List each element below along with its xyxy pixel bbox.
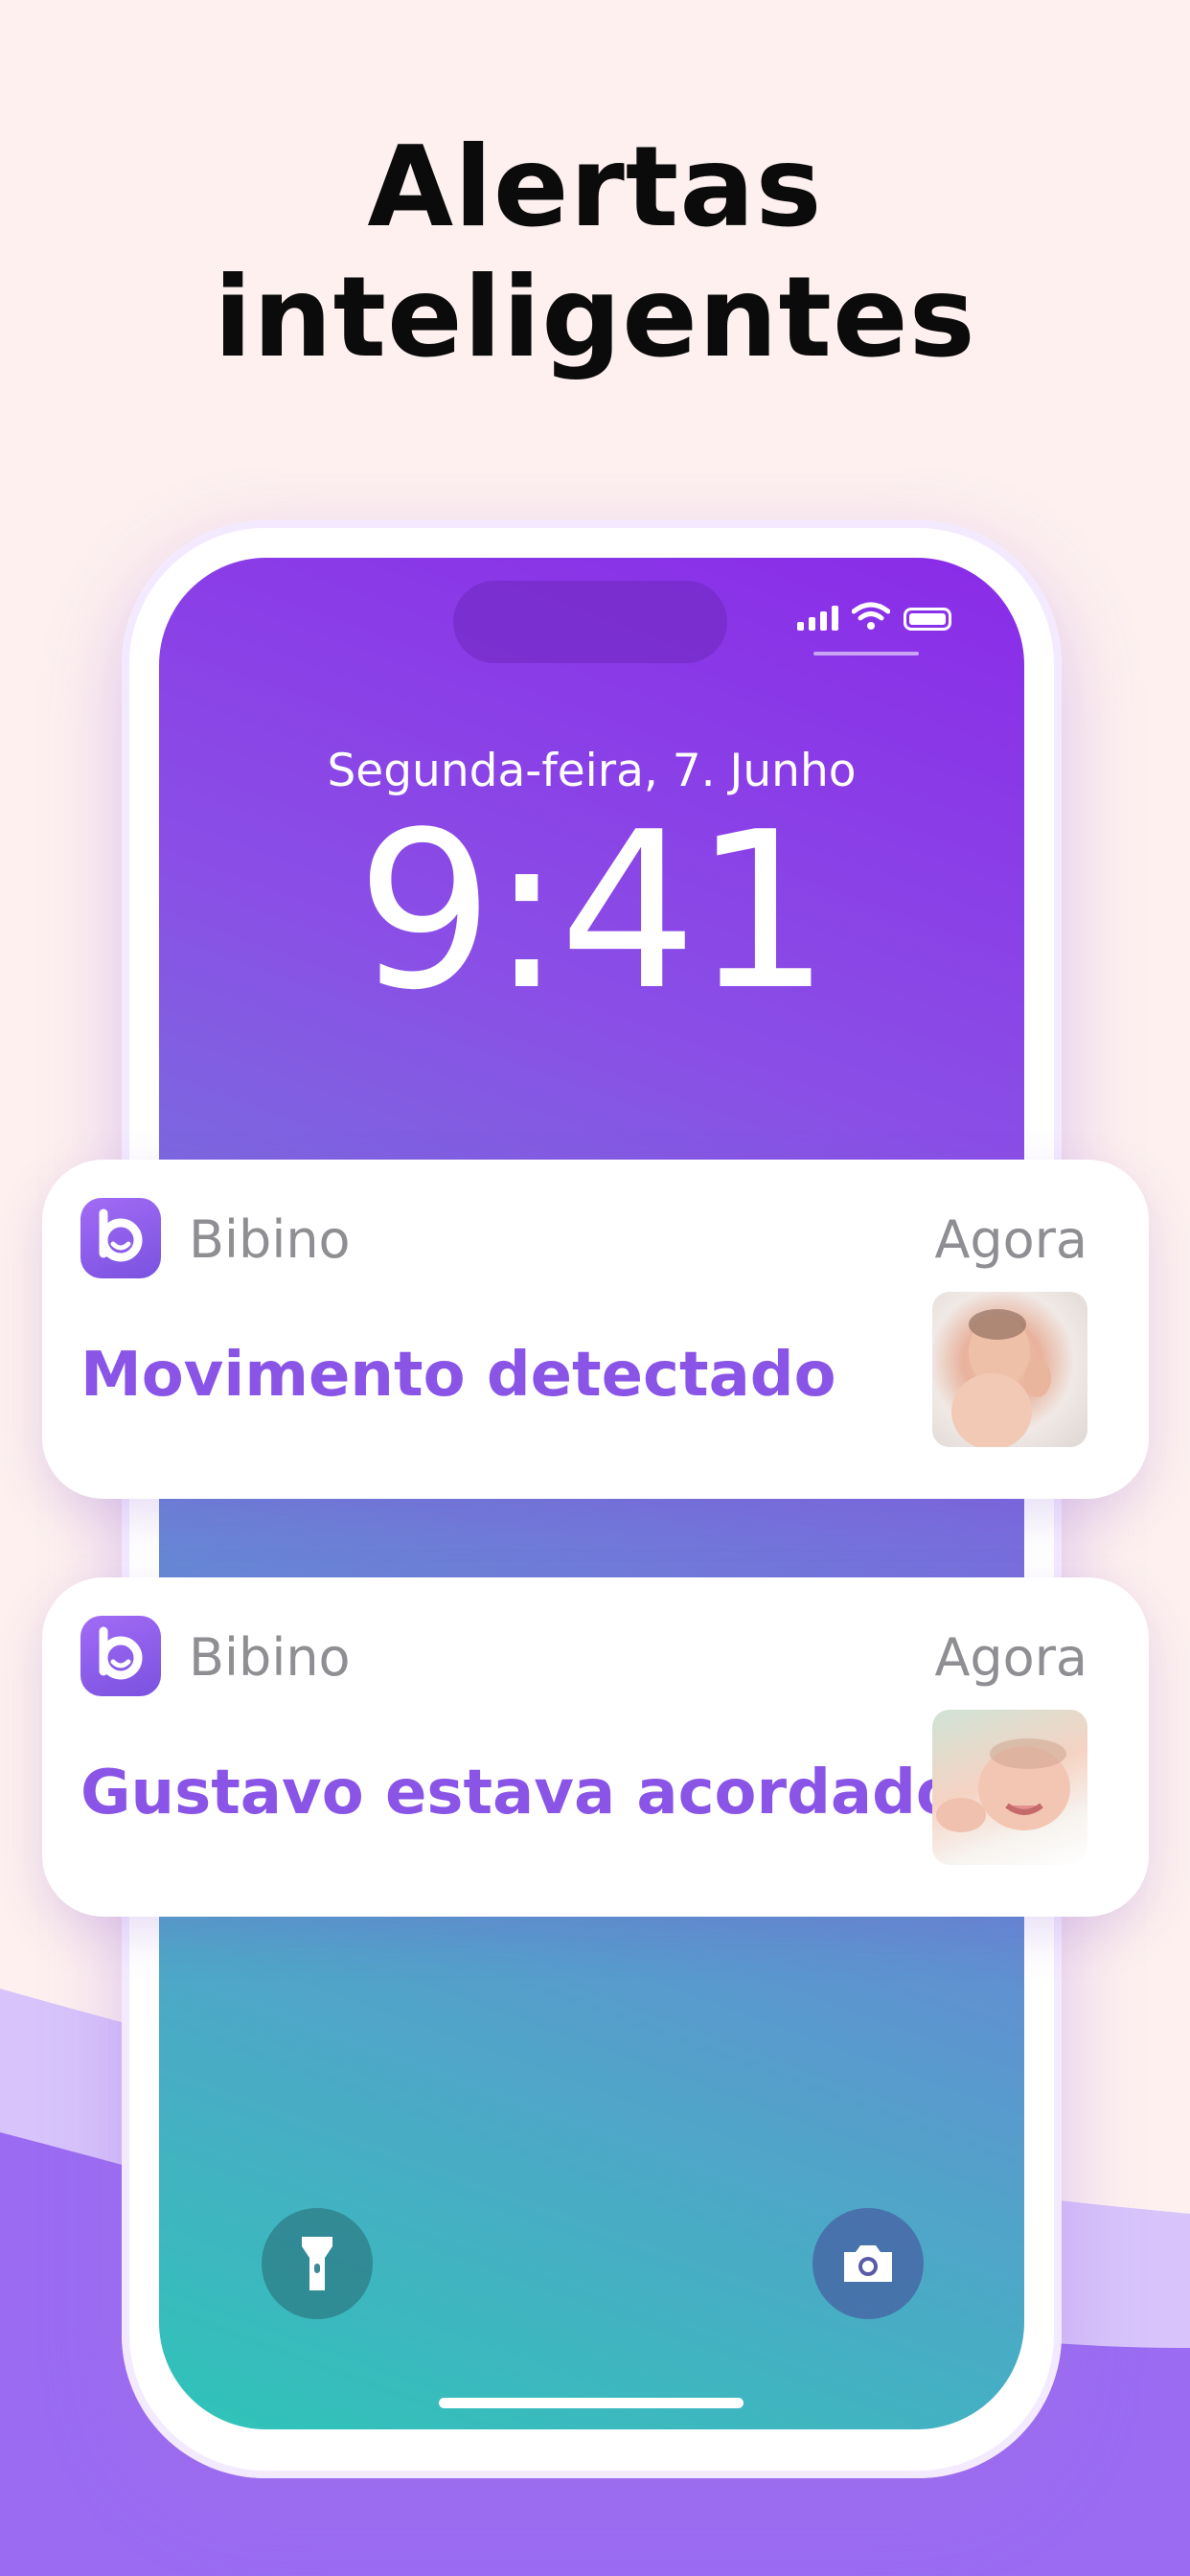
- headline-line-1: Alertas: [367, 123, 823, 252]
- headline-line-2: inteligentes: [214, 253, 976, 382]
- status-bar: [797, 602, 951, 631]
- notification-card[interactable]: Bibino Agora Movimento detectado: [42, 1160, 1149, 1499]
- camera-icon: [844, 2245, 892, 2282]
- wifi-icon: [852, 602, 890, 630]
- lock-screen-time: 9:41: [355, 786, 832, 1038]
- home-indicator[interactable]: [439, 2398, 744, 2408]
- notification-message: Gustavo estava acordado!: [80, 1758, 987, 1828]
- notification-app-name: Bibino: [189, 1627, 351, 1688]
- cellular-signal-icon: [797, 606, 838, 631]
- notification-time: Agora: [934, 1209, 1087, 1270]
- notification-time: Agora: [934, 1627, 1087, 1688]
- page-headline: Alertas inteligentes: [0, 123, 1190, 383]
- notification-card[interactable]: Bibino Agora Gustavo estava acordado!: [42, 1577, 1149, 1917]
- bibino-logo-icon: [80, 1616, 161, 1696]
- notification-message: Movimento detectado: [80, 1340, 836, 1411]
- battery-icon: [904, 608, 951, 631]
- camera-button[interactable]: [812, 2208, 924, 2319]
- notification-app-name: Bibino: [189, 1209, 351, 1270]
- flashlight-icon: [302, 2237, 332, 2290]
- dynamic-island: [453, 581, 727, 663]
- status-underline: [813, 652, 919, 656]
- flashlight-button[interactable]: [262, 2208, 373, 2319]
- notification-thumbnail: [932, 1292, 1087, 1447]
- notification-thumbnail: [932, 1710, 1087, 1865]
- bibino-logo-icon: [80, 1198, 161, 1278]
